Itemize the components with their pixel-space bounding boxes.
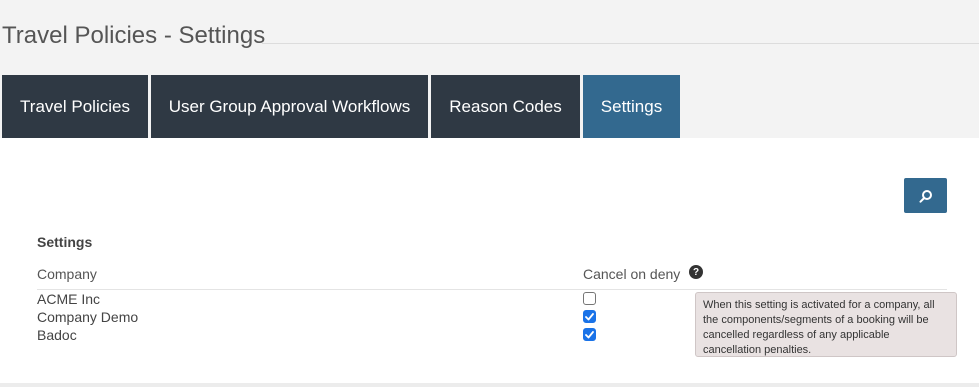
company-name-badoc: Badoc bbox=[37, 327, 77, 343]
column-header-company: Company bbox=[37, 266, 97, 282]
help-tooltip: When this setting is activated for a com… bbox=[695, 292, 957, 357]
company-name-acme-inc: ACME Inc bbox=[37, 291, 101, 307]
cancel-on-deny-checkbox-company-demo[interactable] bbox=[583, 310, 596, 323]
title-divider bbox=[262, 43, 979, 44]
help-icon[interactable]: ? bbox=[689, 265, 703, 279]
company-name-company-demo: Company Demo bbox=[37, 309, 139, 325]
column-header-cancel-on-deny: Cancel on deny bbox=[583, 266, 681, 282]
checkmark-icon bbox=[585, 330, 594, 338]
section-title: Settings bbox=[37, 234, 93, 250]
checkmark-icon bbox=[585, 312, 594, 320]
cancel-on-deny-checkbox-badoc[interactable] bbox=[583, 328, 596, 341]
panel-bottom-border bbox=[0, 383, 979, 387]
search-icon bbox=[919, 189, 932, 203]
tab-travel-policies[interactable]: Travel Policies bbox=[2, 75, 148, 138]
cancel-on-deny-checkbox-acme-inc[interactable] bbox=[583, 292, 596, 305]
tab-bar: Travel Policies User Group Approval Work… bbox=[2, 75, 683, 138]
page-title: Travel Policies - Settings bbox=[2, 22, 266, 49]
tab-reason-codes[interactable]: Reason Codes bbox=[431, 75, 580, 138]
tab-user-group-approval-workflows[interactable]: User Group Approval Workflows bbox=[151, 75, 428, 138]
header-divider bbox=[37, 289, 947, 290]
search-button[interactable] bbox=[904, 178, 947, 213]
tab-settings[interactable]: Settings bbox=[583, 75, 680, 138]
